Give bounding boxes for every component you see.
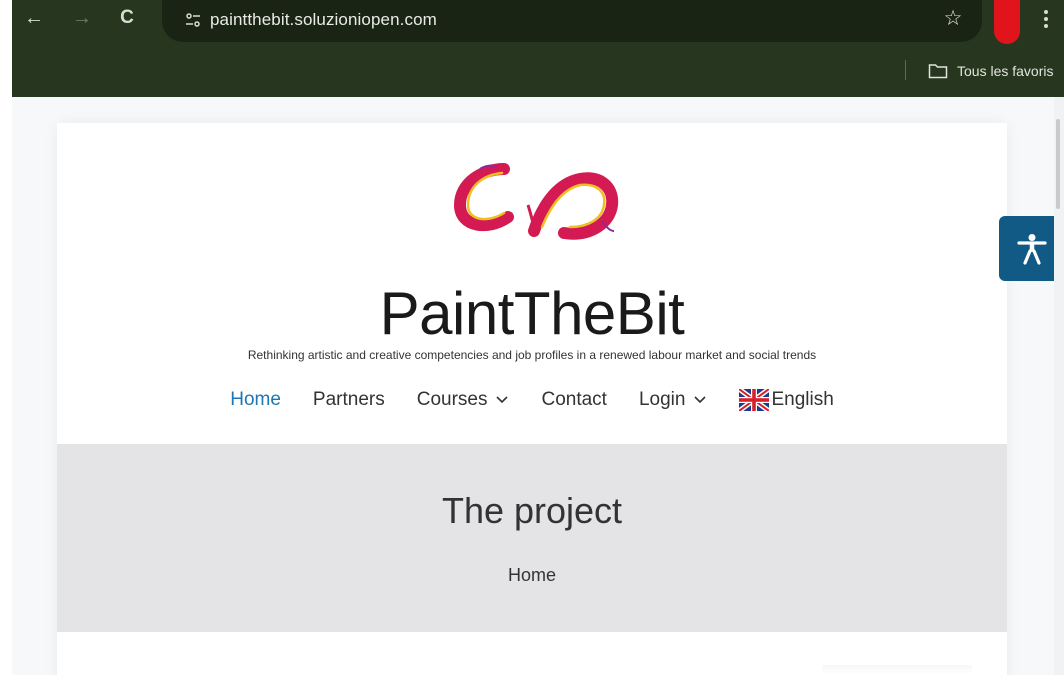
reload-icon: C bbox=[120, 7, 134, 28]
address-bar[interactable]: paintthebit.soluzioniopen.com ☆ bbox=[162, 0, 982, 42]
folder-icon bbox=[928, 64, 948, 79]
content-shadow bbox=[822, 665, 972, 675]
forward-button[interactable]: → bbox=[70, 6, 94, 30]
browser-chrome: ← → C paintthebit.soluzioniopen.com ☆ To… bbox=[12, 0, 1064, 97]
bookmarks-folder-label: Tous les favoris bbox=[957, 63, 1054, 79]
browser-toolbar: ← → C paintthebit.soluzioniopen.com ☆ bbox=[12, 0, 1064, 46]
url-text[interactable]: paintthebit.soluzioniopen.com bbox=[210, 10, 437, 30]
nav-item-contact[interactable]: Contact bbox=[541, 389, 606, 411]
site-tagline: Rethinking artistic and creative compete… bbox=[247, 348, 817, 362]
nav-item-login[interactable]: Login bbox=[639, 389, 708, 411]
back-button[interactable]: ← bbox=[22, 6, 46, 30]
bookmarks-separator bbox=[905, 60, 906, 80]
reload-button[interactable]: C bbox=[115, 6, 139, 30]
main-navigation: Home Partners Courses Contact Login Engl… bbox=[57, 385, 1007, 415]
forward-arrow-icon: → bbox=[72, 7, 92, 29]
screen: ← → C paintthebit.soluzioniopen.com ☆ To… bbox=[0, 0, 1064, 675]
paintthebit-logo[interactable] bbox=[452, 161, 622, 246]
nav-item-home[interactable]: Home bbox=[230, 389, 281, 411]
site-settings-icon[interactable] bbox=[185, 12, 201, 28]
bookmark-star-icon[interactable]: ☆ bbox=[942, 8, 964, 30]
site-header-card: PaintTheBit Rethinking artistic and crea… bbox=[57, 123, 1007, 675]
bookmarks-bar: Tous les favoris bbox=[12, 54, 1064, 84]
chevron-down-icon bbox=[694, 396, 707, 404]
accessibility-icon bbox=[1016, 233, 1047, 265]
web-page: PaintTheBit Rethinking artistic and crea… bbox=[12, 97, 1064, 675]
page-scrollbar[interactable] bbox=[1054, 97, 1064, 675]
page-title: The project bbox=[441, 490, 623, 531]
chevron-down-icon bbox=[496, 396, 509, 404]
back-arrow-icon: ← bbox=[24, 7, 44, 29]
browser-menu-icon[interactable] bbox=[1042, 10, 1050, 32]
nav-item-courses[interactable]: Courses bbox=[417, 389, 510, 411]
site-title[interactable]: PaintTheBit bbox=[57, 281, 1007, 347]
all-bookmarks-folder[interactable]: Tous les favoris bbox=[928, 60, 1053, 82]
scrollbar-thumb[interactable] bbox=[1056, 119, 1060, 209]
nav-item-language-english[interactable]: English bbox=[739, 389, 834, 411]
page-hero: The project Home bbox=[57, 444, 1007, 632]
uk-flag-icon bbox=[739, 389, 770, 411]
profile-avatar[interactable] bbox=[994, 0, 1020, 44]
nav-item-partners[interactable]: Partners bbox=[313, 389, 385, 411]
breadcrumb-home[interactable]: Home bbox=[57, 565, 1007, 586]
